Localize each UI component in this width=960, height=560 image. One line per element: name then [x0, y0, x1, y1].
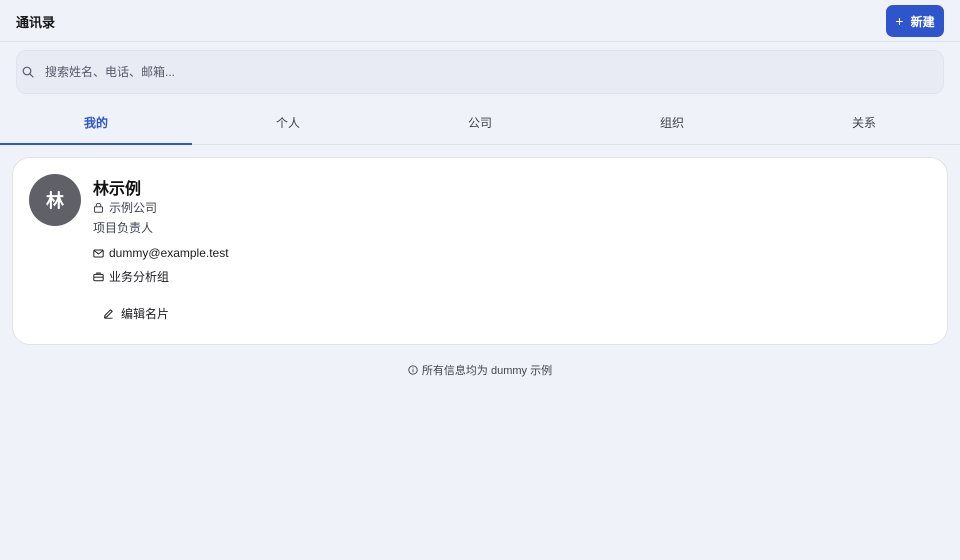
page-title: 通讯录 — [16, 15, 56, 30]
contact-card: 林 林示例 示例公司 项目负责人 dummy@example.test 业务分析… — [12, 157, 948, 345]
company-text: 示例公司 — [109, 201, 158, 215]
contact-name: 林示例 — [93, 181, 142, 198]
search-icon — [22, 66, 34, 78]
contact-email: dummy@example.test — [93, 246, 229, 260]
contact-company: 示例公司 — [93, 199, 157, 216]
disclaimer-text: 所有信息均为 dummy 示例 — [421, 365, 553, 377]
search-bar — [16, 50, 944, 94]
tab-mine[interactable]: 我的 — [0, 102, 192, 145]
lock-icon — [94, 202, 103, 213]
tab-personal[interactable]: 个人 — [192, 102, 384, 144]
mail-icon — [93, 249, 104, 257]
group-text: 业务分析组 — [109, 270, 170, 284]
category-tabs: 我的 个人 公司 组织 关系 — [0, 102, 960, 145]
edit-card-button[interactable]: 编辑名片 — [95, 302, 177, 324]
plus-icon: + — [895, 13, 904, 29]
tab-organization[interactable]: 组织 — [576, 102, 768, 144]
tab-relationship[interactable]: 关系 — [768, 102, 960, 144]
avatar: 林 — [29, 174, 81, 226]
info-icon — [408, 365, 418, 375]
disclaimer-note: 所有信息均为 dummy 示例 — [0, 362, 960, 378]
contact-role: 项目负责人 — [93, 221, 154, 235]
new-contact-button[interactable]: + 新建 — [886, 5, 944, 37]
new-button-label: 新建 — [910, 14, 935, 29]
edit-button-label: 编辑名片 — [121, 306, 170, 321]
contact-group: 业务分析组 — [93, 268, 169, 285]
email-text: dummy@example.test — [109, 246, 229, 260]
tab-company[interactable]: 公司 — [384, 102, 576, 144]
pencil-icon — [104, 308, 113, 319]
search-input[interactable] — [45, 51, 925, 93]
top-bar: 通讯录 + 新建 — [0, 0, 960, 42]
briefcase-icon — [93, 272, 104, 282]
